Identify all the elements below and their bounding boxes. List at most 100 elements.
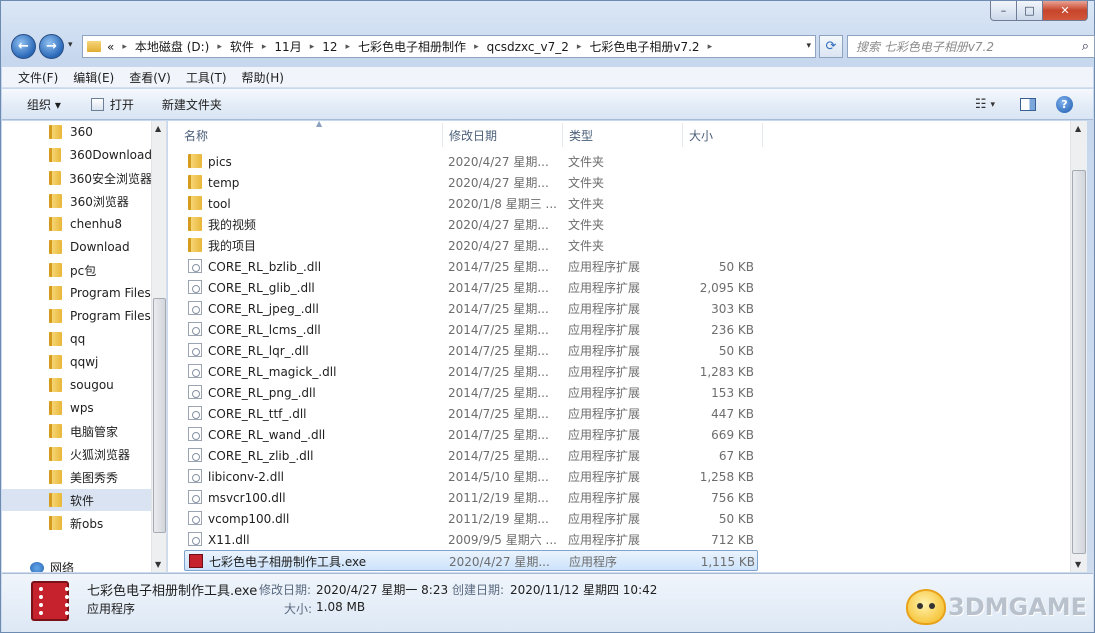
back-button[interactable]: ← (11, 34, 36, 59)
chevron-right-icon[interactable]: ▸ (474, 42, 479, 52)
sidebar-item-chenhu8[interactable]: chenhu8 (2, 213, 152, 235)
folder-icon (188, 238, 202, 252)
table-row[interactable]: CORE_RL_lcms_.dll 2014/7/25 星期... 应用程序扩展 23… (184, 319, 758, 340)
organize-button[interactable]: 组织 ▾ (27, 96, 61, 113)
table-row[interactable]: CORE_RL_bzlib_.dll 2014/7/25 星期... 应用程序扩展 5… (184, 256, 758, 277)
sidebar-item-software[interactable]: 软件 (2, 489, 152, 511)
table-row[interactable]: vcomp100.dll 2011/2/19 星期... 应用程序扩展 50 KB (184, 508, 758, 529)
chevron-right-icon[interactable]: ▸ (708, 42, 713, 52)
sidebar-item-pc-manager[interactable]: 电脑管家 (2, 420, 152, 442)
sidebar-item-360[interactable]: 360 (2, 121, 152, 143)
breadcrumb-drive[interactable]: 本地磁盘 (D:) (135, 38, 209, 55)
forward-button[interactable]: → (39, 34, 64, 59)
sidebar-item-firefox[interactable]: 火狐浏览器 (2, 443, 152, 465)
sidebar-item-sougou[interactable]: sougou (2, 374, 152, 396)
recent-pages-dropdown[interactable]: ▾ (68, 40, 73, 50)
dll-icon (188, 301, 202, 315)
sidebar-item-program-files[interactable]: Program Files (2, 282, 152, 304)
sidebar-item-label: Download (70, 240, 130, 254)
sidebar-item-qq[interactable]: qq (2, 328, 152, 350)
menu-help[interactable]: 帮助(H) (242, 69, 284, 86)
breadcrumb-november[interactable]: 11月 (274, 38, 301, 55)
table-row[interactable]: tool 2020/1/8 星期三 ... 文件夹 (184, 193, 758, 214)
breadcrumb-album-maker[interactable]: 七彩色电子相册制作 (358, 38, 466, 55)
sidebar-item-360download[interactable]: 360Download (2, 144, 152, 166)
table-row[interactable]: CORE_RL_lqr_.dll 2014/7/25 星期... 应用程序扩展 50 … (184, 340, 758, 361)
table-row-selected[interactable]: 七彩色电子相册制作工具.exe 2020/4/27 星期... 应用程序 1,115 … (184, 550, 758, 571)
sidebar-item-meitu[interactable]: 美图秀秀 (2, 466, 152, 488)
chevron-right-icon[interactable]: ▸ (262, 42, 267, 52)
table-row[interactable]: libiconv-2.dll 2014/5/10 星期... 应用程序扩展 1,258… (184, 466, 758, 487)
menu-file[interactable]: 文件(F) (18, 69, 58, 86)
new-folder-button[interactable]: 新建文件夹 (162, 96, 222, 113)
open-button[interactable]: 打开 (90, 96, 134, 113)
file-type: 文件夹 (568, 197, 605, 211)
scrollbar-thumb[interactable] (153, 298, 166, 533)
preview-pane-icon[interactable] (1020, 98, 1036, 111)
table-row[interactable]: CORE_RL_magick_.dll 2014/7/25 星期... 应用程序扩展… (184, 361, 758, 382)
file-list-scrollbar[interactable]: ▲ ▼ (1070, 121, 1087, 572)
menu-edit[interactable]: 编辑(E) (73, 69, 114, 86)
breadcrumb-qcsdzxc[interactable]: qcsdzxc_v7_2 (487, 40, 569, 54)
chevron-right-icon[interactable]: ▸ (310, 42, 315, 52)
breadcrumb-overflow[interactable]: « (107, 40, 114, 54)
address-bar[interactable]: « ▸ 本地磁盘 (D:) ▸ 软件 ▸ 11月 ▸ 12 ▸ 七彩色电子相册制… (82, 35, 816, 58)
sidebar-item-network[interactable]: 网络 (30, 559, 74, 572)
sidebar-item-pc-bao[interactable]: pc包 (2, 259, 152, 281)
exe-icon (189, 554, 203, 568)
chevron-right-icon[interactable]: ▸ (122, 42, 127, 52)
sidebar-item-360-safe-browser[interactable]: 360安全浏览器 (2, 167, 152, 189)
navigation-scrollbar[interactable]: ▲ ▼ (151, 121, 166, 572)
sidebar-item-program-files-x86[interactable]: Program Files (2, 305, 152, 327)
close-button[interactable]: ✕ (1043, 1, 1088, 21)
table-row[interactable]: temp 2020/4/27 星期... 文件夹 (184, 172, 758, 193)
sidebar-item-new-obs[interactable]: 新obs (2, 512, 152, 534)
table-row[interactable]: CORE_RL_glib_.dll 2014/7/25 星期... 应用程序扩展 2,… (184, 277, 758, 298)
dll-icon (188, 280, 202, 294)
table-row[interactable]: CORE_RL_png_.dll 2014/7/25 星期... 应用程序扩展 153… (184, 382, 758, 403)
chevron-right-icon[interactable]: ▸ (577, 42, 582, 52)
scroll-up-icon[interactable]: ▲ (155, 124, 161, 133)
help-icon[interactable]: ? (1056, 96, 1073, 113)
table-row[interactable]: 我的项目 2020/4/27 星期... 文件夹 (184, 235, 758, 256)
scroll-down-icon[interactable]: ▼ (155, 560, 161, 569)
column-header-date[interactable]: 修改日期 (443, 123, 563, 147)
column-header-name[interactable]: 名称 (178, 123, 443, 147)
sidebar-item-qqwj[interactable]: qqwj (2, 351, 152, 373)
refresh-button[interactable]: ⟳ (819, 35, 843, 58)
column-header-type[interactable]: 类型 (563, 123, 683, 147)
details-file-type: 应用程序 (87, 602, 136, 616)
breadcrumb-current-folder[interactable]: 七彩色电子相册v7.2 (589, 38, 699, 55)
breadcrumb-12[interactable]: 12 (322, 40, 337, 54)
maximize-button[interactable]: □ (1017, 1, 1043, 21)
sidebar-item-wps[interactable]: wps (2, 397, 152, 419)
menu-tools[interactable]: 工具(T) (186, 69, 227, 86)
address-history-dropdown[interactable]: ▾ (806, 41, 811, 51)
scroll-down-icon[interactable]: ▼ (1075, 560, 1081, 569)
scroll-up-icon[interactable]: ▲ (1075, 124, 1081, 133)
table-row[interactable]: CORE_RL_wand_.dll 2014/7/25 星期... 应用程序扩展 66… (184, 424, 758, 445)
chevron-right-icon[interactable]: ▸ (217, 42, 222, 52)
table-row[interactable]: CORE_RL_ttf_.dll 2014/7/25 星期... 应用程序扩展 447… (184, 403, 758, 424)
table-row[interactable]: X11.dll 2009/9/5 星期六 ... 应用程序扩展 712 KB (184, 529, 758, 550)
table-row[interactable]: 我的视频 2020/4/27 星期... 文件夹 (184, 214, 758, 235)
view-options-icon[interactable]: ☷ (975, 97, 987, 112)
file-name: 我的项目 (208, 239, 257, 253)
column-header-size[interactable]: 大小 (683, 123, 763, 147)
table-row[interactable]: msvcr100.dll 2011/2/19 星期... 应用程序扩展 756 KB (184, 487, 758, 508)
scrollbar-thumb[interactable] (1072, 170, 1086, 554)
view-dropdown-icon[interactable]: ▾ (990, 100, 995, 110)
minimize-button[interactable]: – (990, 1, 1017, 21)
search-input[interactable]: 搜索 七彩色电子相册v7.2 ⌕ (847, 35, 1095, 58)
table-row[interactable]: CORE_RL_zlib_.dll 2014/7/25 星期... 应用程序扩展 67… (184, 445, 758, 466)
sidebar-item-download[interactable]: Download (2, 236, 152, 258)
breadcrumb-software[interactable]: 软件 (230, 38, 254, 55)
table-row[interactable]: pics 2020/4/27 星期... 文件夹 (184, 151, 758, 172)
search-icon[interactable]: ⌕ (1082, 39, 1089, 54)
chevron-right-icon[interactable]: ▸ (346, 42, 351, 52)
menu-view[interactable]: 查看(V) (129, 69, 171, 86)
sidebar-item-360-browser[interactable]: 360浏览器 (2, 190, 152, 212)
file-size (688, 172, 754, 193)
file-date: 2020/4/27 星期... (449, 555, 550, 569)
table-row[interactable]: CORE_RL_jpeg_.dll 2014/7/25 星期... 应用程序扩展 30… (184, 298, 758, 319)
